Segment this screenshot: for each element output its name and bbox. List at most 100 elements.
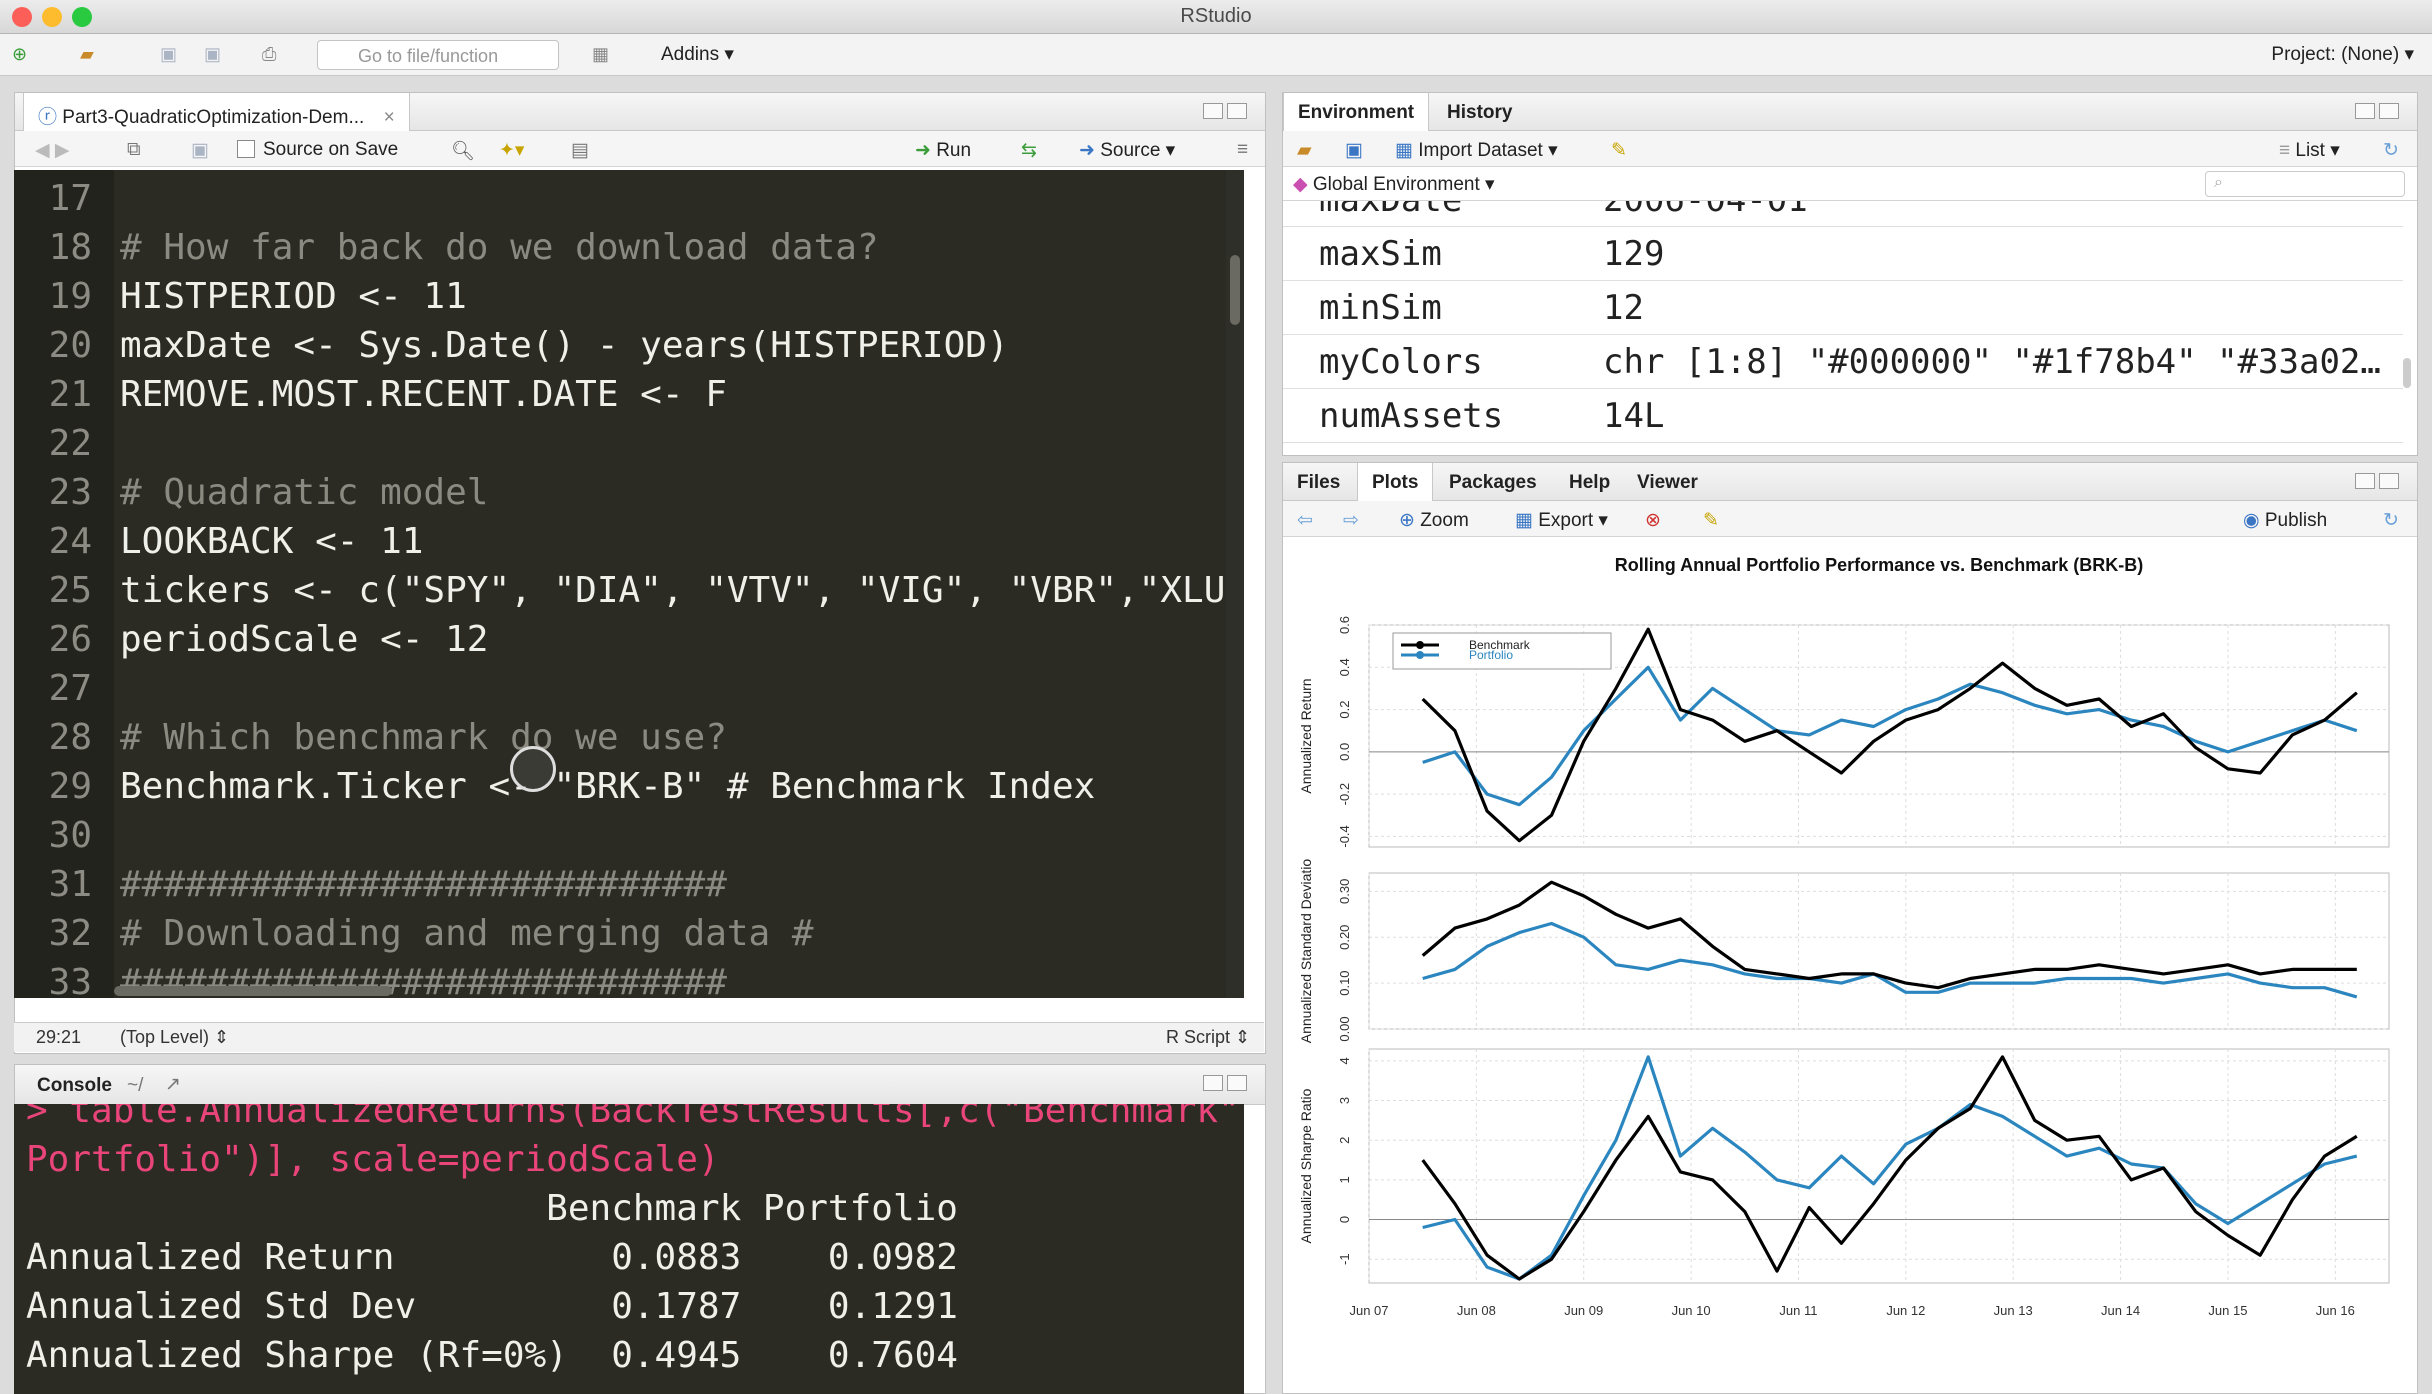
code-line[interactable]: 29 Benchmark.Ticker <- "BRK-B" # Benchmar…: [14, 762, 1244, 811]
tab-files[interactable]: Files: [1283, 463, 1354, 501]
code-text: # Which benchmark do we use?: [120, 717, 727, 758]
environment-row[interactable]: maxDate 2006-04-01: [1283, 201, 2403, 227]
line-number: 22: [48, 423, 92, 464]
code-line[interactable]: 24 LOOKBACK <- 11: [14, 517, 1244, 566]
list-view-button[interactable]: ≡ List ▾: [2279, 139, 2340, 162]
previous-plot-icon[interactable]: ⇦: [1297, 509, 1313, 532]
editor-vertical-scrollbar[interactable]: [1226, 170, 1244, 998]
clear-plots-icon[interactable]: ✎: [1703, 509, 1719, 532]
tab-history[interactable]: History: [1433, 93, 1526, 131]
series-line-portfolio: [1422, 921, 2358, 999]
file-type-selector[interactable]: R Script ⇕: [1166, 1027, 1250, 1048]
code-text: ############################: [120, 864, 727, 905]
code-tools-icon[interactable]: ✦▾: [499, 139, 524, 162]
code-line[interactable]: 21 REMOVE.MOST.RECENT.DATE <- F: [14, 370, 1244, 419]
environment-window-buttons[interactable]: [2351, 103, 2403, 121]
zoom-label: Zoom: [1420, 510, 1469, 531]
code-line[interactable]: 30: [14, 811, 1244, 860]
run-button[interactable]: ➜ Run: [915, 139, 971, 162]
source-on-save-checkbox[interactable]: Source on Save: [237, 139, 398, 161]
console-output[interactable]: > table.AnnualizedReturns(BackTestResult…: [14, 1104, 1244, 1394]
source-window-buttons[interactable]: [1199, 103, 1251, 121]
code-line[interactable]: 17: [14, 174, 1244, 223]
code-line[interactable]: 20 maxDate <- Sys.Date() - years(HISTPERI…: [14, 321, 1244, 370]
compile-report-icon[interactable]: ▤: [571, 139, 589, 162]
addins-label: Addins: [661, 44, 720, 65]
environment-row[interactable]: maxSim 129: [1283, 227, 2403, 281]
code-text: periodScale <- 12: [120, 619, 489, 660]
rerun-icon[interactable]: ⇆: [1021, 139, 1037, 162]
code-line[interactable]: 19 HISTPERIOD <- 11: [14, 272, 1244, 321]
code-line[interactable]: 23 # Quadratic model: [14, 468, 1244, 517]
console-line: Portfolio")], scale=periodScale): [26, 1139, 720, 1180]
clear-workspace-icon[interactable]: ✎: [1611, 139, 1627, 162]
variable-value: 12: [1603, 288, 1644, 328]
y-axis-label: Annualized Sharpe Ratio: [1298, 1088, 1314, 1243]
global-environment-selector[interactable]: ◆ Global Environment ▾: [1293, 173, 1495, 196]
code-line[interactable]: 32 # Downloading and merging data #: [14, 909, 1244, 958]
code-text: Benchmark.Ticker <- "BRK-B" # Benchmark …: [120, 766, 1096, 807]
code-line[interactable]: 22: [14, 419, 1244, 468]
console-line: Benchmark Portfolio: [26, 1188, 958, 1229]
close-tab-icon[interactable]: ×: [384, 107, 395, 128]
environment-row[interactable]: myColors chr [1:8] "#000000" "#1f78b4" "#…: [1283, 335, 2403, 389]
variable-value: 2006-04-01: [1603, 201, 1808, 226]
export-button[interactable]: ▦ Export ▾: [1515, 509, 1608, 532]
refresh-environment-icon[interactable]: ↻: [2383, 139, 2399, 162]
tab-source-file[interactable]: ⓡ Part3-QuadraticOptimization-Dem... ×: [23, 93, 410, 131]
show-in-window-icon[interactable]: ⧉: [127, 139, 141, 161]
code-line[interactable]: 27: [14, 664, 1244, 713]
save-file-icon[interactable]: ▣: [191, 139, 209, 162]
save-icon[interactable]: ▣: [160, 44, 182, 64]
back-arrow-icon[interactable]: ◀ ▶: [35, 139, 70, 162]
environment-search-input[interactable]: ⌕: [2205, 171, 2405, 197]
next-plot-icon[interactable]: ⇨: [1343, 509, 1359, 532]
import-dataset-button[interactable]: ▦ Import Dataset ▾: [1395, 139, 1558, 162]
line-number: 30: [48, 815, 92, 856]
tab-packages[interactable]: Packages: [1435, 463, 1551, 501]
load-workspace-icon[interactable]: ▰: [1297, 139, 1312, 162]
addins-menu[interactable]: Addins ▾: [661, 43, 734, 66]
x-tick-label: Jun 16: [2316, 1303, 2355, 1318]
remove-plot-icon[interactable]: ⊗: [1645, 509, 1661, 532]
tab-plots[interactable]: Plots: [1357, 463, 1434, 501]
line-number: 33: [48, 962, 92, 998]
refresh-plot-icon[interactable]: ↻: [2383, 509, 2399, 532]
open-project-icon[interactable]: ▰: [80, 44, 102, 64]
code-line[interactable]: 28 # Which benchmark do we use?: [14, 713, 1244, 762]
zoom-button[interactable]: ⊕ Zoom: [1399, 509, 1469, 532]
new-file-icon[interactable]: ⊕: [12, 44, 34, 64]
save-all-icon[interactable]: ▣: [204, 44, 226, 64]
publish-button[interactable]: ◉ Publish: [2243, 509, 2327, 532]
workspace-panes-icon[interactable]: ▦: [592, 44, 614, 64]
print-icon[interactable]: ⎙: [262, 44, 284, 64]
console-line: > table.AnnualizedReturns(BackTestResult…: [26, 1104, 1244, 1131]
environment-row[interactable]: minSim 12: [1283, 281, 2403, 335]
x-tick-label: Jun 10: [1672, 1303, 1711, 1318]
tab-help[interactable]: Help: [1555, 463, 1624, 501]
tab-environment[interactable]: Environment: [1283, 93, 1430, 131]
console-line: Annualized Std Dev 0.1787 0.1291: [26, 1286, 958, 1327]
scope-selector[interactable]: (Top Level) ⇕: [120, 1027, 229, 1048]
environment-row[interactable]: numAssets 14L: [1283, 389, 2403, 443]
plots-tabstrip: Files Plots Packages Help Viewer: [1283, 463, 2417, 501]
goto-file-function-input[interactable]: Go to file/function: [317, 40, 559, 70]
code-line[interactable]: 25 tickers <- c("SPY", "DIA", "VTV", "VIG…: [14, 566, 1244, 615]
environment-scrollbar[interactable]: [2403, 358, 2411, 388]
code-line[interactable]: 18 # How far back do we download data?: [14, 223, 1244, 272]
y-tick-label: 1: [1337, 1176, 1352, 1183]
outline-icon[interactable]: ≡: [1237, 139, 1248, 161]
console-header: Console ~/ ↗: [15, 1065, 1265, 1105]
code-line[interactable]: 26 periodScale <- 12: [14, 615, 1244, 664]
tab-viewer[interactable]: Viewer: [1623, 463, 1712, 501]
code-editor[interactable]: 17 18 # How far back do we download data? 1…: [14, 170, 1244, 998]
console-window-buttons[interactable]: [1199, 1075, 1251, 1093]
editor-horizontal-scrollbar[interactable]: [114, 986, 392, 996]
find-icon[interactable]: 🔍︎: [451, 139, 475, 163]
project-menu[interactable]: Project: (None) ▾: [2271, 43, 2414, 66]
code-line[interactable]: 31 ############################: [14, 860, 1244, 909]
plots-window-buttons[interactable]: [2351, 473, 2403, 491]
save-workspace-icon[interactable]: ▣: [1345, 139, 1363, 162]
source-button[interactable]: ➜ Source ▾: [1079, 139, 1175, 162]
go-to-directory-icon[interactable]: ↗: [165, 1073, 181, 1096]
